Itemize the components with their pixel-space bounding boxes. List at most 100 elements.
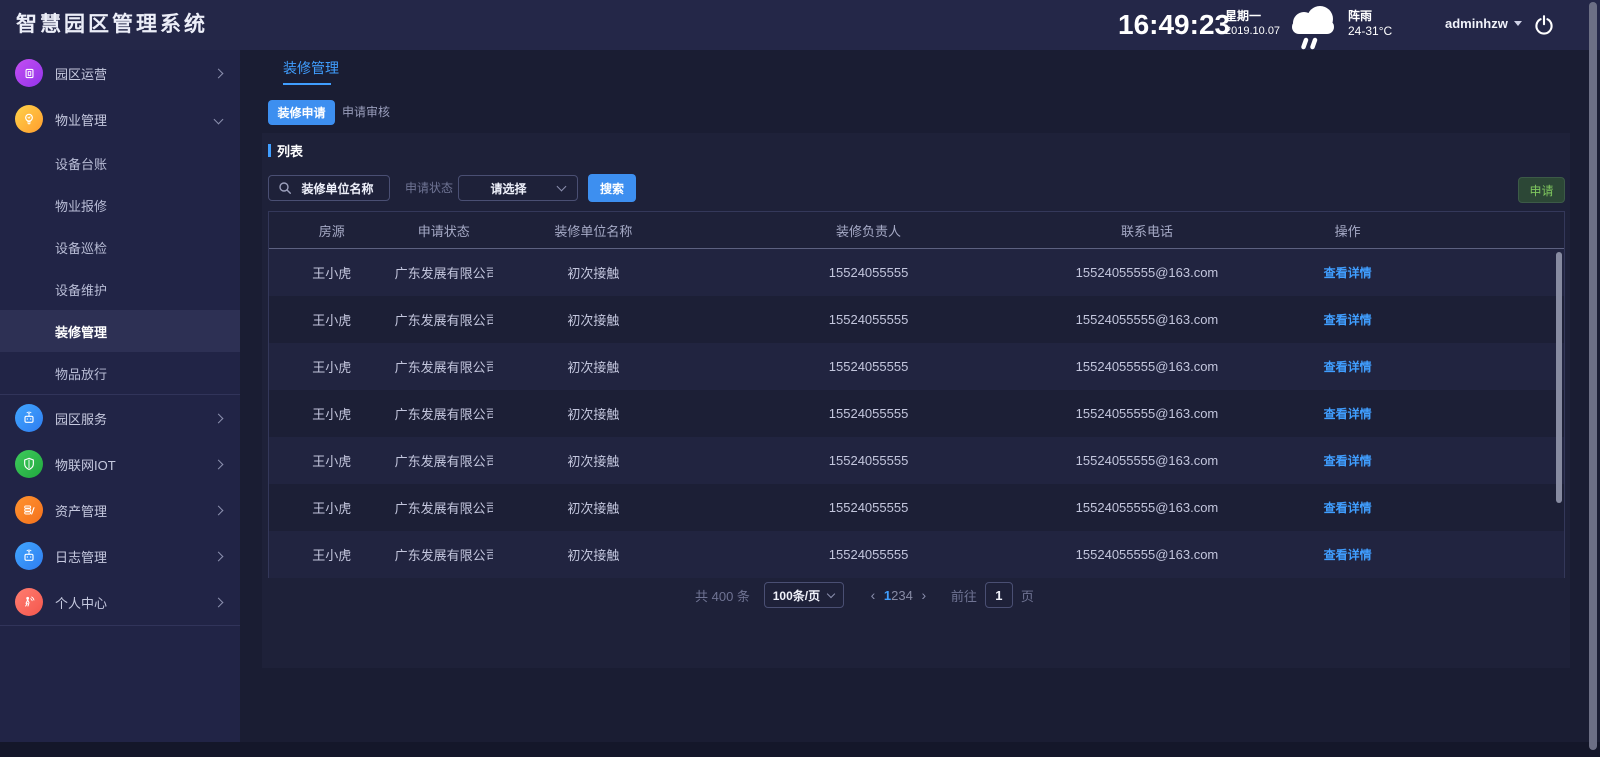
sidebar-item-label: 园区服务 bbox=[55, 409, 107, 428]
next-page-button[interactable]: › bbox=[913, 587, 935, 603]
sidebar-item-park-service[interactable]: 园区服务 bbox=[0, 395, 240, 441]
view-details-link[interactable]: 查看详情 bbox=[1324, 313, 1372, 327]
view-details-link[interactable]: 查看详情 bbox=[1324, 407, 1372, 421]
top-header: 智慧园区管理系统 16:49:23 星期一 2019.10.07 阵雨 24-3… bbox=[0, 0, 1600, 50]
power-icon[interactable] bbox=[1532, 13, 1556, 37]
status-select[interactable]: 请选择 bbox=[458, 175, 578, 201]
sidebar-subitem[interactable]: 设备台账 bbox=[0, 142, 240, 184]
table-cell: 广东发展有限公司 bbox=[395, 263, 493, 282]
table-cell: 王小虎 bbox=[269, 498, 395, 517]
table-header-row: 房源申请状态装修单位名称装修负责人联系电话操作 bbox=[269, 212, 1564, 249]
bulb-icon bbox=[15, 105, 43, 133]
table-cell: 初次接触 bbox=[493, 310, 694, 329]
table-row: 王小虎广东发展有限公司初次接触1552405555515524055555@16… bbox=[269, 249, 1564, 296]
table-cell-actions: 查看详情 bbox=[1251, 358, 1445, 375]
sidebar-subitem-active[interactable]: 装修管理 bbox=[0, 310, 240, 352]
table-cell: 王小虎 bbox=[269, 310, 395, 329]
sidebar-item-park-operation[interactable]: 园区运营 bbox=[0, 50, 240, 96]
table-cell: 初次接触 bbox=[493, 451, 694, 470]
sidebar: 园区运营物业管理设备台账物业报修设备巡检设备维护装修管理物品放行园区服务物联网I… bbox=[0, 50, 240, 757]
sidebar-item-property-management[interactable]: 物业管理 bbox=[0, 96, 240, 142]
page-suffix-label: 页 bbox=[1021, 586, 1034, 605]
sidebar-item-iot[interactable]: 物联网IOT bbox=[0, 441, 240, 487]
goto-label: 前往 bbox=[951, 586, 977, 605]
sidebar-item-label: 个人中心 bbox=[55, 593, 107, 612]
list-section-title: 列表 bbox=[268, 142, 303, 158]
table-cell: 广东发展有限公司 bbox=[395, 451, 493, 470]
table-cell: 15524055555@163.com bbox=[1043, 265, 1250, 280]
weather-label: 阵雨 bbox=[1348, 9, 1392, 24]
search-button[interactable]: 搜索 bbox=[588, 174, 636, 202]
view-details-link[interactable]: 查看详情 bbox=[1324, 548, 1372, 562]
table-row: 王小虎广东发展有限公司初次接触1552405555515524055555@16… bbox=[269, 484, 1564, 531]
sidebar-divider bbox=[0, 625, 240, 626]
column-header: 装修负责人 bbox=[694, 221, 1044, 240]
chevron-right-icon bbox=[214, 459, 224, 469]
table-cell: 15524055555 bbox=[694, 500, 1044, 515]
robot-icon bbox=[15, 404, 43, 432]
bottom-strip bbox=[0, 742, 1600, 757]
apply-button[interactable]: 申请 bbox=[1518, 177, 1565, 203]
page-number[interactable]: 3 bbox=[898, 588, 905, 603]
clock: 16:49:23 bbox=[1118, 9, 1230, 41]
table-cell: 初次接触 bbox=[493, 404, 694, 423]
view-details-link[interactable]: 查看详情 bbox=[1324, 454, 1372, 468]
weekday-label: 星期一 bbox=[1225, 9, 1280, 24]
sidebar-item-personal-center[interactable]: 个人中心 bbox=[0, 579, 240, 625]
table-cell: 15524055555 bbox=[694, 453, 1044, 468]
table-cell-actions: 查看详情 bbox=[1251, 452, 1445, 469]
table-cell: 王小虎 bbox=[269, 357, 395, 376]
table-cell-actions: 查看详情 bbox=[1251, 405, 1445, 422]
sidebar-subitem[interactable]: 设备巡检 bbox=[0, 226, 240, 268]
table-cell: 广东发展有限公司 bbox=[395, 310, 493, 329]
table-cell: 15524055555@163.com bbox=[1043, 500, 1250, 515]
table-row: 王小虎广东发展有限公司初次接触1552405555515524055555@16… bbox=[269, 390, 1564, 437]
sidebar-subitem[interactable]: 物业报修 bbox=[0, 184, 240, 226]
tab-decoration-management[interactable]: 装修管理 bbox=[283, 58, 339, 78]
view-details-link[interactable]: 查看详情 bbox=[1324, 360, 1372, 374]
view-details-link[interactable]: 查看详情 bbox=[1324, 266, 1372, 280]
column-header: 联系电话 bbox=[1043, 221, 1250, 240]
table-cell: 15524055555 bbox=[694, 406, 1044, 421]
temperature-label: 24-31°C bbox=[1348, 24, 1392, 39]
goto-page-input[interactable] bbox=[985, 582, 1013, 608]
table-cell-actions: 查看详情 bbox=[1251, 311, 1445, 328]
page-size-select[interactable]: 100条/页 bbox=[764, 582, 844, 608]
app-title: 智慧园区管理系统 bbox=[16, 0, 208, 50]
table-row: 王小虎广东发展有限公司初次接触1552405555515524055555@16… bbox=[269, 531, 1564, 578]
view-details-link[interactable]: 查看详情 bbox=[1324, 501, 1372, 515]
person-icon bbox=[15, 588, 43, 616]
robot-icon bbox=[15, 542, 43, 570]
date-label: 2019.10.07 bbox=[1225, 24, 1280, 38]
table-cell: 王小虎 bbox=[269, 263, 395, 282]
sidebar-item-label: 园区运营 bbox=[55, 64, 107, 83]
table-cell: 15524055555@163.com bbox=[1043, 453, 1250, 468]
table-cell: 15524055555 bbox=[694, 312, 1044, 327]
table-cell: 初次接触 bbox=[493, 357, 694, 376]
table-cell: 15524055555@163.com bbox=[1043, 406, 1250, 421]
sidebar-subitem[interactable]: 物品放行 bbox=[0, 352, 240, 394]
sidebar-item-asset-management[interactable]: 资产管理 bbox=[0, 487, 240, 533]
column-header: 装修单位名称 bbox=[493, 221, 694, 240]
page-scrollbar-thumb[interactable] bbox=[1589, 2, 1597, 750]
title-accent-bar bbox=[268, 144, 271, 157]
table-cell-actions: 查看详情 bbox=[1251, 264, 1445, 281]
table-scrollbar-thumb[interactable] bbox=[1556, 252, 1562, 503]
prev-page-button[interactable]: ‹ bbox=[862, 587, 884, 603]
status-filter-label: 申请状态 bbox=[405, 175, 453, 201]
subtab-apply-review[interactable]: 申请审核 bbox=[342, 100, 390, 125]
user-menu[interactable]: adminhzw bbox=[1445, 16, 1522, 31]
cloud-rain-icon bbox=[1282, 2, 1344, 50]
coins-icon bbox=[15, 496, 43, 524]
chevron-right-icon bbox=[214, 551, 224, 561]
date-block: 星期一 2019.10.07 bbox=[1225, 9, 1280, 38]
search-placeholder: 装修单位名称 bbox=[292, 180, 389, 197]
page-number[interactable]: 4 bbox=[906, 588, 913, 603]
table-cell: 初次接触 bbox=[493, 263, 694, 282]
shield-icon bbox=[15, 450, 43, 478]
company-search-input[interactable]: 装修单位名称 bbox=[268, 175, 390, 201]
sidebar-subitem[interactable]: 设备维护 bbox=[0, 268, 240, 310]
subtab-decoration-apply[interactable]: 装修申请 bbox=[268, 100, 335, 125]
sidebar-item-log-management[interactable]: 日志管理 bbox=[0, 533, 240, 579]
table-cell: 广东发展有限公司 bbox=[395, 498, 493, 517]
